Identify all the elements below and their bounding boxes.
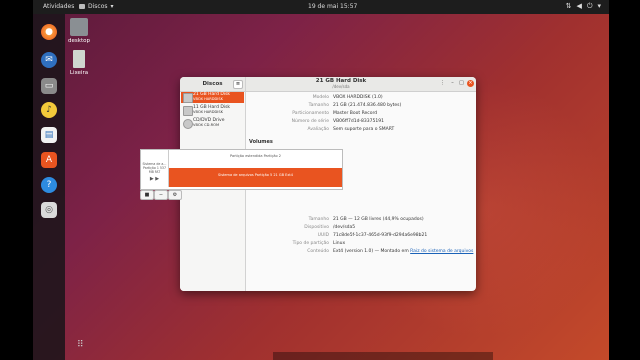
info-row-model: Modelo VBOX HARDDISK (1.0) xyxy=(246,95,476,102)
info-row-partitioning: Particionamento Master Boot Record xyxy=(246,111,476,118)
window-subtitle: /dev/sda xyxy=(332,84,350,89)
top-bar: Atividades Discos ▾ 19 de mai 15:57 ⇅ ◀ … xyxy=(33,0,609,14)
disk-item-cdrom[interactable]: CD/DVD Drive VBOX CD-ROM xyxy=(181,118,244,129)
clock[interactable]: 19 de mai 15:57 xyxy=(308,3,357,10)
partition-2-label: Partição estendida Partição 2 xyxy=(229,154,282,158)
mount-point-link[interactable]: Raiz do sistema de arquivos xyxy=(410,249,473,254)
trash-icon xyxy=(73,50,85,68)
disk-model: VBOX HARDDISK xyxy=(193,110,223,114)
info-label: Conteúdo xyxy=(307,249,329,254)
info-label: Dispositivo xyxy=(304,225,329,230)
part-row-size: Tamanho 21 GB — 12 GB livres (44,9% ocup… xyxy=(246,217,476,224)
power-icon: ⏻ xyxy=(586,2,593,10)
desktop-icon-folder[interactable]: desktop xyxy=(59,18,99,44)
info-label: Tamanho xyxy=(308,217,329,222)
info-value: /dev/sda5 xyxy=(333,225,356,230)
disk-item-21gb[interactable]: 21 GB Hard Disk VBOX HARDDISK xyxy=(181,92,244,103)
info-label: Modelo xyxy=(312,95,329,100)
volume-toolbar: ■ − ⚙ xyxy=(140,190,182,200)
show-applications-icon[interactable]: ⠿ xyxy=(77,340,84,350)
rhythmbox-icon[interactable]: ♪ xyxy=(41,102,57,118)
gear-icon[interactable]: ⚙ xyxy=(168,190,182,200)
info-value: Sem suporte para o SMART xyxy=(333,127,395,132)
system-tray[interactable]: ⇅ ◀ ⏻ ▾ xyxy=(566,2,601,11)
firefox-icon[interactable]: ● xyxy=(41,24,57,40)
harddisk-icon xyxy=(183,93,193,103)
app-menu-label: Discos xyxy=(88,3,108,10)
info-value: VBOX HARDDISK (1.0) xyxy=(333,95,383,100)
part-row-device: Dispositivo /dev/sda5 xyxy=(246,225,476,232)
partition-1[interactable]: Sistema de a… Partição 1 537 MB FAT ▶ ▶ xyxy=(141,150,169,187)
disk-details: Modelo VBOX HARDDISK (1.0) Tamanho 21 GB… xyxy=(246,92,476,291)
partition-extended: Partição estendida Partição 2 Sistema de… xyxy=(169,150,342,187)
info-value: Master Boot Record xyxy=(333,111,378,116)
harddisk-icon xyxy=(183,106,193,116)
remove-partition-button[interactable]: − xyxy=(154,190,168,200)
disk-list: 21 GB Hard Disk VBOX HARDDISK 11 GB Hard… xyxy=(180,92,245,291)
contents-text: Ext4 (version 1.0) — Montado em xyxy=(333,249,409,254)
info-row-size: Tamanho 21 GB (21.474.836.480 bytes) xyxy=(246,103,476,110)
volume-icon: ◀ xyxy=(576,2,582,10)
desktop-icon-label: Lixeira xyxy=(69,70,89,76)
info-value: Linux xyxy=(333,241,346,246)
desktop-icon-label: desktop xyxy=(68,38,90,44)
info-label: UUID xyxy=(317,233,329,238)
files-icon[interactable]: ▭ xyxy=(41,78,57,94)
info-row-serial: Número de série VB06ff7d1d-83375191 xyxy=(246,119,476,126)
thunderbird-icon[interactable]: ✉ xyxy=(41,52,57,68)
info-value: 71c8de5f-1c37-465d-93f9-d294a6e98b21 xyxy=(333,233,428,238)
folder-icon xyxy=(70,18,88,36)
part-row-contents: Conteúdo Ext4 (version 1.0) — Montado em… xyxy=(246,249,476,256)
volumes-map: Sistema de a… Partição 1 537 MB FAT ▶ ▶ … xyxy=(140,149,343,190)
optical-drive-icon xyxy=(183,119,193,129)
part-row-type: Tipo de partição Linux xyxy=(246,241,476,248)
chevron-down-icon: ▾ xyxy=(110,3,114,10)
partition-1-label: Sistema de a… Partição 1 537 MB FAT xyxy=(142,162,167,174)
disks-app-icon xyxy=(79,4,85,9)
info-label: Tamanho xyxy=(308,103,329,108)
info-value: 21 GB (21.474.836.480 bytes) xyxy=(333,103,402,108)
play-icon[interactable]: ▶ ▶ xyxy=(141,176,168,182)
software-icon[interactable]: A xyxy=(41,152,57,168)
disk-model: VBOX HARDDISK xyxy=(193,97,223,101)
minimize-button[interactable]: – xyxy=(449,80,456,87)
writer-icon[interactable]: ▤ xyxy=(41,127,57,143)
info-value: 21 GB — 12 GB livres (44,9% ocupados) xyxy=(333,217,424,222)
disk-item-11gb[interactable]: 11 GB Hard Disk VBOX HARDDISK xyxy=(181,105,244,116)
activities-button[interactable]: Atividades xyxy=(43,3,74,10)
window-header: Discos ≡ 21 GB Hard Disk /dev/sda ⋮ – □ … xyxy=(180,77,476,92)
disk-menu-button[interactable]: ⋮ xyxy=(439,80,446,87)
video-player-bar xyxy=(273,352,493,360)
hamburger-menu-button[interactable]: ≡ xyxy=(233,80,243,89)
info-label: Tipo de partição xyxy=(292,241,329,246)
chevron-down-icon: ▾ xyxy=(597,2,601,10)
info-value: Ext4 (version 1.0) — Montado em Raiz do … xyxy=(333,249,473,254)
info-row-assessment: Avaliação Sem suporte para o SMART xyxy=(246,127,476,134)
info-value: VB06ff7d1d-83375191 xyxy=(333,119,384,124)
stop-button[interactable]: ■ xyxy=(140,190,154,200)
disks-icon[interactable]: ◎ xyxy=(41,202,57,218)
close-button[interactable]: × xyxy=(467,80,474,87)
info-label: Avaliação xyxy=(307,127,329,132)
desktop-screen: Atividades Discos ▾ 19 de mai 15:57 ⇅ ◀ … xyxy=(33,0,609,360)
partition-2[interactable]: Partição estendida Partição 2 xyxy=(169,150,342,168)
desktop-icon-trash[interactable]: Lixeira xyxy=(59,50,99,76)
info-label: Número de série xyxy=(291,119,329,124)
partition-5[interactable]: Sistema de arquivos Partição 5 21 GB Ext… xyxy=(169,168,342,187)
info-label: Particionamento xyxy=(292,111,329,116)
disk-model: VBOX CD-ROM xyxy=(193,123,220,127)
help-icon[interactable]: ? xyxy=(41,177,57,193)
volumes-heading: Volumes xyxy=(249,139,273,145)
partition-5-label: Sistema de arquivos Partição 5 21 GB Ext… xyxy=(218,173,293,177)
app-menu[interactable]: Discos ▾ xyxy=(79,3,114,10)
maximize-button[interactable]: □ xyxy=(458,80,465,87)
network-icon: ⇅ xyxy=(565,2,572,10)
part-row-uuid: UUID 71c8de5f-1c37-465d-93f9-d294a6e98b2… xyxy=(246,233,476,240)
